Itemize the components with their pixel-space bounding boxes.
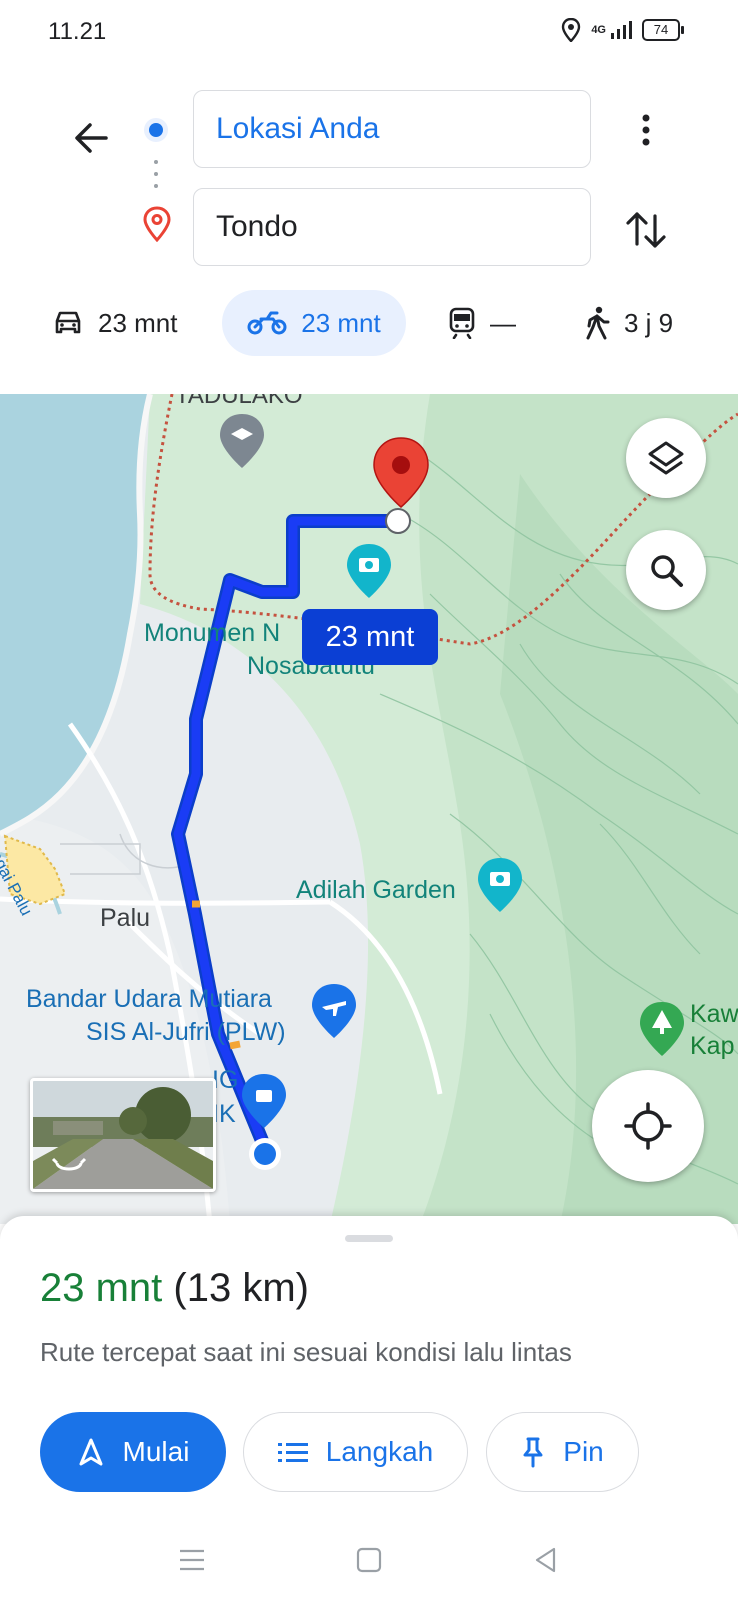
origin-input[interactable]: Lokasi Anda — [193, 90, 591, 168]
map-label-palu: Palu — [100, 904, 151, 932]
map-label-kaw: Kaw — [690, 1000, 738, 1028]
map-label-adilah-garden: Adilah Garden — [296, 876, 456, 904]
train-icon — [449, 307, 475, 339]
location-status-icon — [562, 18, 581, 42]
route-summary: 23 mnt (13 km) — [40, 1266, 309, 1311]
start-navigation-button[interactable]: Mulai — [40, 1412, 226, 1492]
connector-dots-icon — [153, 160, 159, 200]
crosshair-icon — [624, 1102, 672, 1150]
car-icon — [55, 311, 81, 334]
steps-button-label: Langkah — [325, 1436, 434, 1467]
more-vert-icon — [642, 114, 650, 146]
recents-button[interactable] — [168, 1536, 216, 1584]
status-time: 11.21 — [48, 18, 107, 45]
navigation-arrow-icon — [79, 1438, 103, 1466]
network-label: 4G — [591, 24, 606, 36]
menu-icon — [180, 1549, 204, 1571]
origin-dot-icon — [144, 118, 168, 142]
triangle-back-icon — [535, 1547, 556, 1573]
map-label-kap: Kap — [690, 1032, 735, 1060]
steps-button[interactable]: Langkah — [243, 1412, 468, 1492]
pin-button[interactable]: Pin — [486, 1412, 639, 1492]
layers-button[interactable] — [626, 418, 706, 498]
pushpin-icon — [523, 1437, 543, 1468]
home-button[interactable] — [345, 1536, 393, 1584]
swap-vert-icon — [626, 212, 666, 248]
street-view-thumbnail[interactable] — [30, 1078, 216, 1192]
destination-input[interactable]: Tondo — [193, 188, 591, 266]
list-icon — [277, 1443, 308, 1462]
pin-button-label: Pin — [563, 1436, 604, 1467]
mode-walk-time: 3 j 9 — [624, 307, 674, 338]
system-nav-bar — [0, 1520, 738, 1600]
search-icon — [651, 555, 683, 587]
map-label-bandara-code: SIS Al-Jufri (PLW) — [86, 1018, 286, 1046]
more-options-button[interactable] — [622, 106, 670, 154]
battery-indicator: 74 — [642, 19, 684, 41]
mode-motorcycle-time: 23 mnt — [301, 307, 381, 338]
arrow-left-icon — [75, 123, 108, 153]
swap-button[interactable] — [620, 204, 672, 256]
map-label-monumen: Monumen N — [144, 619, 281, 647]
status-icons: 4G 74 — [561, 18, 684, 42]
mode-car-time: 23 mnt — [98, 307, 178, 338]
motorcycle-icon — [247, 311, 287, 335]
mode-car[interactable]: 23 mnt — [52, 290, 178, 356]
map-label-tadulako: TADULAKO — [175, 394, 303, 409]
search-along-route-button[interactable] — [626, 530, 706, 610]
mode-motorcycle[interactable]: 23 mnt — [222, 290, 406, 356]
route-duration-badge[interactable]: 23 mnt — [302, 609, 438, 665]
mode-transit-time: — — [490, 307, 516, 338]
street-view-image — [33, 1081, 213, 1189]
my-location-button[interactable] — [592, 1070, 704, 1182]
mode-transit[interactable]: — — [448, 290, 516, 356]
sheet-drag-handle[interactable] — [345, 1235, 393, 1242]
square-icon — [356, 1547, 382, 1573]
walk-icon — [586, 306, 610, 340]
back-button[interactable] — [64, 110, 120, 166]
mode-walk[interactable]: 3 j 9 — [584, 290, 673, 356]
signal-icon — [611, 21, 632, 39]
travel-mode-tabs: 23 mnt 23 mnt — 3 j 9 — [0, 290, 738, 356]
layers-icon — [648, 441, 684, 475]
route-description: Rute tercepat saat ini sesuai kondisi la… — [40, 1337, 572, 1367]
route-distance: (13 km) — [173, 1266, 309, 1310]
status-bar: 11.21 4G 74 — [0, 0, 738, 66]
route-duration: 23 mnt — [40, 1266, 163, 1310]
map-label-bandara: Bandar Udara Mutiara — [26, 985, 272, 1013]
start-button-label: Mulai — [122, 1436, 190, 1467]
destination-pin-icon — [142, 206, 172, 243]
back-system-button[interactable] — [522, 1536, 570, 1584]
